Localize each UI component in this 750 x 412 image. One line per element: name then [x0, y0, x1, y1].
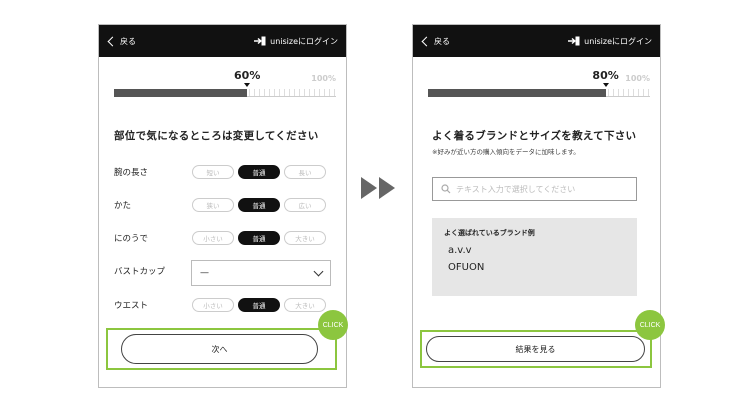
progress-bar: 60% 100% [114, 63, 336, 97]
option-small[interactable]: 小さい [192, 231, 234, 245]
progress-fill [114, 89, 248, 97]
back-button[interactable]: 戻る [421, 36, 450, 47]
row-waist: ウエスト 小さい 普通 大きい [114, 296, 336, 314]
progress-bar: 80% 100% [428, 63, 650, 97]
arm-length-selector: 短い 普通 長い [192, 165, 326, 179]
upper-arm-selector: 小さい 普通 大きい [192, 231, 326, 245]
login-icon [568, 36, 580, 46]
app-header: 戻る unisizeにログイン [99, 25, 346, 57]
login-link[interactable]: unisizeにログイン [254, 36, 338, 47]
login-label: unisizeにログイン [584, 36, 652, 46]
progress-fill [428, 89, 606, 97]
popular-brands-title: よく選ばれているブランド例 [444, 229, 535, 237]
chevron-left-icon [107, 36, 118, 46]
row-label: バストカップ [114, 267, 166, 277]
double-arrow-right-icon [361, 177, 397, 199]
option-normal[interactable]: 普通 [238, 165, 280, 179]
click-badge: CLICK [635, 310, 665, 340]
app-header: 戻る unisizeにログイン [413, 25, 660, 57]
row-arm-length: 腕の長さ 短い 普通 長い [114, 163, 336, 181]
shoulder-selector: 狭い 普通 広い [192, 198, 326, 212]
screen-body-measurements: 戻る unisizeにログイン 60% 100% 部位で気になるところは変更して… [98, 24, 347, 388]
chevron-left-icon [421, 36, 432, 46]
option-small[interactable]: 小さい [192, 298, 234, 312]
option-long[interactable]: 長い [284, 165, 326, 179]
row-label: 腕の長さ [114, 168, 149, 178]
progress-marker [602, 83, 609, 87]
popular-brands: よく選ばれているブランド例 a.v.v OFUON [432, 218, 637, 296]
page-title: よく着るブランドとサイズを教えて下さい [432, 130, 637, 142]
click-badge: CLICK [318, 310, 348, 340]
option-wide[interactable]: 広い [284, 198, 326, 212]
next-button[interactable]: 次へ [121, 334, 318, 364]
row-label: にのうで [114, 234, 149, 244]
chevron-down-icon [313, 266, 324, 276]
row-label: ウエスト [114, 301, 149, 311]
bust-cup-value: — [200, 268, 209, 278]
back-button[interactable]: 戻る [107, 36, 136, 47]
progress-value: 60% [234, 69, 261, 82]
search-icon [441, 184, 451, 194]
option-narrow[interactable]: 狭い [192, 198, 234, 212]
row-label: かた [114, 201, 132, 211]
login-label: unisizeにログイン [270, 36, 338, 46]
login-link[interactable]: unisizeにログイン [568, 36, 652, 47]
screen-brand-size: 戻る unisizeにログイン 80% 100% よく着るブランドとサイズを教え… [412, 24, 661, 388]
login-icon [254, 36, 266, 46]
page-title: 部位で気になるところは変更してください [114, 130, 319, 142]
progress-marker [244, 83, 251, 87]
row-shoulder: かた 狭い 普通 広い [114, 196, 336, 214]
option-large[interactable]: 大きい [284, 298, 326, 312]
option-normal[interactable]: 普通 [238, 231, 280, 245]
row-upper-arm: にのうで 小さい 普通 大きい [114, 229, 336, 247]
option-short[interactable]: 短い [192, 165, 234, 179]
waist-selector: 小さい 普通 大きい [192, 298, 326, 312]
progress-value: 80% [592, 69, 619, 82]
progress-max: 100% [311, 74, 336, 83]
back-label: 戻る [434, 36, 450, 46]
brand-search [432, 177, 637, 201]
back-label: 戻る [120, 36, 136, 46]
see-results-button[interactable]: 結果を見る [426, 336, 645, 362]
option-normal[interactable]: 普通 [238, 298, 280, 312]
progress-max: 100% [625, 74, 650, 83]
brand-item[interactable]: OFUON [448, 262, 637, 273]
brand-item[interactable]: a.v.v [448, 245, 637, 256]
option-normal[interactable]: 普通 [238, 198, 280, 212]
option-large[interactable]: 大きい [284, 231, 326, 245]
bust-cup-select[interactable]: — [191, 260, 331, 286]
brand-search-input[interactable] [456, 184, 631, 194]
page-subnote: ※好みが近い方の購入傾向をデータに加味します。 [432, 148, 580, 156]
